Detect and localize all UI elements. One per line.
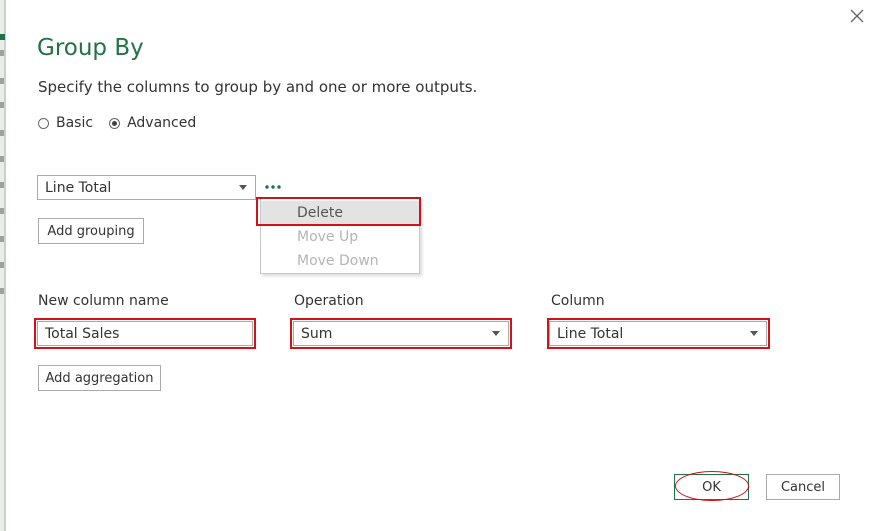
operation-label: Operation — [294, 293, 364, 309]
new-column-name-label: New column name — [38, 293, 169, 309]
menu-item-move-down: Move Down — [297, 253, 379, 269]
menu-item-delete[interactable]: Delete — [261, 201, 419, 225]
radio-advanced-label: Advanced — [127, 115, 197, 131]
grouping-context-menu: Delete Move Up Move Down — [260, 198, 420, 274]
radio-advanced-circle[interactable] — [109, 117, 121, 129]
add-aggregation-button[interactable]: Add aggregation — [38, 365, 161, 391]
operation-select[interactable]: Sum — [293, 321, 509, 346]
dialog-title: Group By — [37, 35, 144, 61]
mode-radio-group: Basic Advanced — [38, 115, 212, 131]
close-icon[interactable] — [846, 5, 868, 27]
chevron-down-icon — [492, 331, 500, 336]
chevron-down-icon — [239, 185, 247, 190]
add-grouping-button[interactable]: Add grouping — [38, 218, 144, 244]
operation-value: Sum — [301, 325, 333, 342]
radio-basic-label: Basic — [56, 115, 94, 131]
radio-basic[interactable]: Basic — [38, 115, 93, 131]
chevron-down-icon — [750, 331, 758, 336]
column-select[interactable]: Line Total — [549, 321, 767, 346]
column-value: Line Total — [557, 325, 624, 342]
radio-advanced[interactable]: Advanced — [109, 115, 196, 131]
column-label: Column — [551, 293, 605, 309]
grouping-column-select[interactable]: Line Total — [37, 175, 256, 200]
new-column-name-input[interactable]: Total Sales — [37, 321, 253, 346]
grouping-column-value: Line Total — [45, 179, 112, 196]
ok-button[interactable]: OK — [674, 474, 749, 500]
new-column-name-value: Total Sales — [45, 325, 120, 342]
menu-item-move-up: Move Up — [297, 229, 359, 245]
dialog-subtitle: Specify the columns to group by and one … — [38, 78, 478, 96]
radio-basic-circle[interactable] — [38, 117, 49, 129]
cancel-button[interactable]: Cancel — [766, 474, 840, 500]
ellipsis-icon[interactable] — [264, 178, 284, 194]
